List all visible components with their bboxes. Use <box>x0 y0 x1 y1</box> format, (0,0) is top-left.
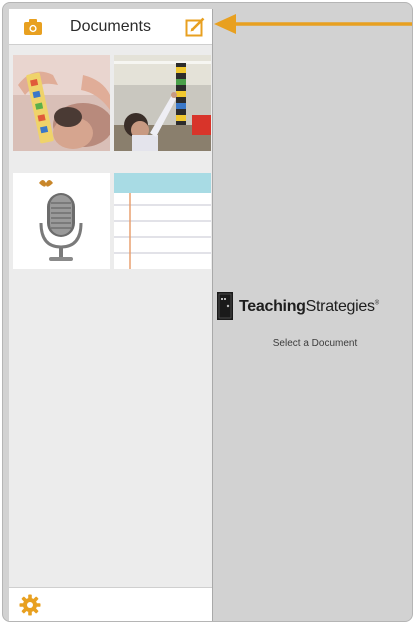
brand-name-bold: Teaching <box>239 298 306 315</box>
compose-icon[interactable] <box>185 17 205 37</box>
document-thumbnail-note[interactable] <box>114 173 211 269</box>
sidebar-footer <box>9 587 212 621</box>
app-window: Documents TeachingStrategies® Select a D… <box>2 2 413 622</box>
sidebar-title: Documents <box>70 18 151 35</box>
microphone-icon <box>13 173 110 269</box>
registered-mark: ® <box>374 300 379 307</box>
select-document-hint: Select a Document <box>272 338 358 349</box>
book-logo-icon <box>217 292 233 320</box>
document-thumbnail-photo-2[interactable] <box>114 55 211 151</box>
document-thumbnail-photo-1[interactable] <box>13 55 110 151</box>
photo-child-ruler <box>13 55 110 151</box>
photo-child-tower <box>114 55 211 151</box>
teaching-strategies-brand: TeachingStrategies® <box>217 292 412 322</box>
lined-paper-icon <box>114 173 211 269</box>
brand-name: TeachingStrategies® <box>239 298 379 316</box>
brand-name-regular: Strategies <box>305 298 375 315</box>
documents-sidebar: Documents <box>9 9 213 621</box>
sidebar-header: Documents <box>9 9 212 45</box>
gear-icon[interactable] <box>19 594 41 616</box>
callout-arrow-icon <box>214 14 412 34</box>
document-thumbnail-audio[interactable] <box>13 173 110 269</box>
